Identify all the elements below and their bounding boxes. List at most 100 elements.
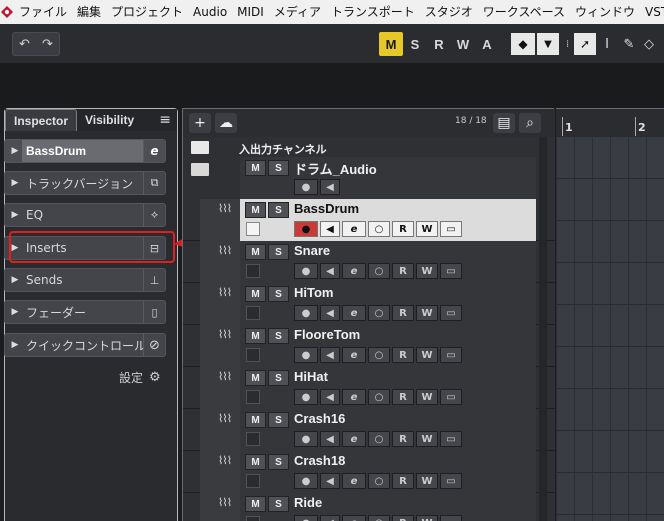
monitor-icon[interactable]: ◀ <box>320 263 340 279</box>
lane-icon[interactable]: ▭ <box>440 473 462 489</box>
edit-channel-icon[interactable]: e <box>342 389 366 405</box>
edit-channel-icon[interactable]: e <box>342 305 366 321</box>
menu-edit[interactable]: 編集 <box>72 0 106 24</box>
menu-file[interactable]: ファイル <box>14 0 72 24</box>
record-enable-icon[interactable]: ● <box>294 515 318 521</box>
a-mode-button[interactable]: A <box>475 32 499 56</box>
write-mode-button[interactable]: W <box>451 32 475 56</box>
track-row[interactable]: ⌇⌇⌇ 6 M S Crash16 ● ◀ e ○ R W ▭ <box>183 409 555 451</box>
track-name[interactable]: Ride <box>294 495 322 510</box>
menu-studio[interactable]: スタジオ <box>420 0 478 24</box>
write-automation-button[interactable]: W <box>416 515 438 521</box>
track-body[interactable]: M S HiHat ● ◀ e ○ R W ▭ <box>240 367 536 409</box>
menu-audio[interactable]: Audio <box>188 0 232 24</box>
track-name[interactable]: Snare <box>294 243 330 258</box>
cubase-logo-icon[interactable] <box>0 0 14 24</box>
tab-inspector[interactable]: Inspector <box>5 109 78 131</box>
track-body[interactable]: M S Ride ● ◀ e ○ R W ▭ <box>240 493 536 521</box>
track-body[interactable]: M S Crash16 ● ◀ e ○ R W ▭ <box>240 409 536 451</box>
menu-media[interactable]: メディア <box>269 0 326 24</box>
bypass-icon[interactable]: ○ <box>368 347 390 363</box>
track-body[interactable]: M S Snare ● ◀ e ○ R W ▭ <box>240 241 536 283</box>
folder-name[interactable]: 入出力チャンネル <box>239 141 327 157</box>
solo-button[interactable]: S <box>268 286 289 302</box>
edit-channel-icon[interactable]: e <box>342 221 366 237</box>
solo-button[interactable]: S <box>268 496 289 512</box>
edit-channel-icon[interactable]: e <box>342 515 366 521</box>
mute-mode-button[interactable]: M <box>379 32 403 56</box>
timeline-ruler[interactable]: 1 2 <box>556 108 664 137</box>
menu-vst-cloud[interactable]: VST Cloud <box>640 0 664 24</box>
track-name[interactable]: BassDrum <box>294 201 359 216</box>
mute-button[interactable]: M <box>245 454 266 470</box>
bypass-icon[interactable]: ○ <box>368 431 390 447</box>
track-name[interactable]: HiTom <box>294 285 333 300</box>
autoscroll-icon[interactable]: ◆ <box>511 33 535 55</box>
read-automation-button[interactable]: R <box>392 305 414 321</box>
track-row[interactable]: ⌇⌇⌇ 4 M S FlooreTom ● ◀ e ○ R W ▭ <box>183 325 555 367</box>
bypass-icon[interactable]: ○ <box>368 221 390 237</box>
track-name[interactable]: Crash18 <box>294 453 345 468</box>
track-select-checkbox[interactable] <box>246 348 260 362</box>
bypass-icon[interactable]: ○ <box>368 389 390 405</box>
solo-button[interactable]: S <box>268 328 289 344</box>
lane-icon[interactable]: ▭ <box>440 221 462 237</box>
lane-icon[interactable]: ▭ <box>440 515 462 521</box>
record-enable-icon[interactable]: ● <box>294 263 318 279</box>
lane-icon[interactable]: ▭ <box>440 305 462 321</box>
group-folder-row[interactable]: M S ドラム_Audio ● ◀ <box>183 157 555 199</box>
solo-button[interactable]: S <box>268 160 289 176</box>
monitor-icon[interactable]: ◀ <box>320 221 340 237</box>
mute-button[interactable]: M <box>245 496 266 512</box>
section-eq[interactable]: ▶ EQ ⟡ <box>4 203 166 227</box>
inspector-settings[interactable]: 設定 ⚙ <box>119 369 161 386</box>
track-select-checkbox[interactable] <box>246 264 260 278</box>
mute-button[interactable]: M <box>245 160 266 176</box>
record-enable-icon[interactable]: ● <box>294 473 318 489</box>
edit-channel-icon[interactable]: e <box>342 473 366 489</box>
section-fader[interactable]: ▶ フェーダー ▯ <box>4 300 166 324</box>
mute-button[interactable]: M <box>245 328 266 344</box>
track-body[interactable]: M S BassDrum ● ◀ e ○ R W ▭ <box>240 199 536 241</box>
read-automation-button[interactable]: R <box>392 347 414 363</box>
track-select-checkbox[interactable] <box>246 222 260 236</box>
track-name[interactable]: Crash16 <box>294 411 345 426</box>
lane-icon[interactable]: ▭ <box>440 347 462 363</box>
track-select-checkbox[interactable] <box>246 390 260 404</box>
arrange-window[interactable] <box>556 136 664 521</box>
track-name[interactable]: HiHat <box>294 369 328 384</box>
solo-button[interactable]: S <box>268 454 289 470</box>
record-enable-icon[interactable]: ● <box>294 347 318 363</box>
folder-row[interactable]: 入出力チャンネル <box>183 137 555 157</box>
track-row[interactable]: ⌇⌇⌇ 7 M S Crash18 ● ◀ e ○ R W ▭ <box>183 451 555 493</box>
read-automation-button[interactable]: R <box>392 431 414 447</box>
read-automation-button[interactable]: R <box>392 473 414 489</box>
search-icon[interactable]: ⌕ <box>519 113 541 133</box>
mute-button[interactable]: M <box>245 370 266 386</box>
mute-button[interactable]: M <box>245 244 266 260</box>
group-name[interactable]: ドラム_Audio <box>294 159 377 178</box>
track-select-checkbox[interactable] <box>246 516 260 521</box>
undo-icon[interactable]: ↶ <box>13 37 36 52</box>
add-track-icon[interactable]: + <box>189 113 211 133</box>
dropdown-chevron-icon[interactable]: ▼ <box>537 33 559 55</box>
read-automation-button[interactable]: R <box>392 221 414 237</box>
monitor-icon[interactable]: ◀ <box>320 473 340 489</box>
lane-icon[interactable]: ▭ <box>440 263 462 279</box>
menu-midi[interactable]: MIDI <box>232 0 269 24</box>
read-automation-button[interactable]: R <box>392 515 414 521</box>
track-body[interactable]: M S Crash18 ● ◀ e ○ R W ▭ <box>240 451 536 493</box>
track-row[interactable]: ⌇⌇⌇ 2 M S Snare ● ◀ e ○ R W ▭ <box>183 241 555 283</box>
select-tool-icon[interactable]: ➚ <box>574 33 596 55</box>
edit-channel-icon[interactable]: e <box>342 347 366 363</box>
mute-button[interactable]: M <box>245 286 266 302</box>
bypass-icon[interactable]: ○ <box>368 473 390 489</box>
bypass-icon[interactable]: ○ <box>368 305 390 321</box>
monitor-icon[interactable]: ◀ <box>320 389 340 405</box>
menu-workspaces[interactable]: ワークスペース <box>478 0 570 24</box>
track-row[interactable]: ⌇⌇⌇ 1 M S BassDrum ● ◀ e ○ R W ▭ <box>183 199 555 241</box>
track-row[interactable]: ⌇⌇⌇ 5 M S HiHat ● ◀ e ○ R W ▭ <box>183 367 555 409</box>
inspector-menu-icon[interactable]: ≡ <box>159 109 177 131</box>
menu-project[interactable]: プロジェクト <box>106 0 188 24</box>
menu-transport[interactable]: トランスポート <box>326 0 420 24</box>
